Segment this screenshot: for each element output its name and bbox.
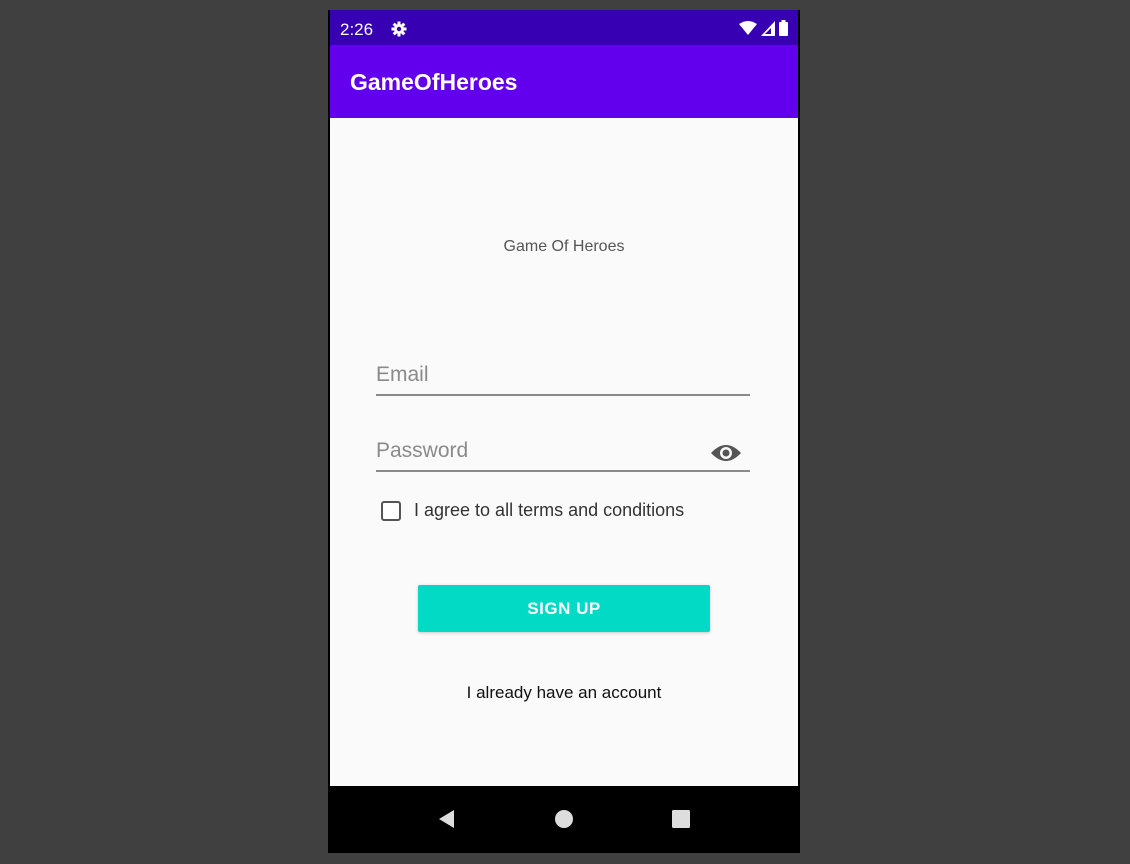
signup-screen: Game Of Heroes I agree to all terms and …: [330, 118, 798, 786]
recents-icon[interactable]: [669, 807, 693, 831]
status-time: 2:26: [340, 20, 374, 39]
login-link[interactable]: I already have an account: [330, 683, 798, 703]
battery-icon: [779, 20, 788, 36]
phone-frame: 2:26 GameOfHeroes Game Of Heroes Email I…: [328, 10, 800, 853]
app-bar: GameOfHeroes: [330, 45, 798, 118]
signup-button[interactable]: SIGN UP: [418, 585, 710, 632]
terms-checkbox[interactable]: [381, 500, 401, 521]
password-field-container: [376, 426, 750, 472]
settings-icon: [391, 21, 407, 37]
email-field-container: [376, 350, 750, 396]
password-field[interactable]: [376, 436, 696, 466]
home-icon[interactable]: [552, 807, 576, 831]
navigation-bar: [330, 786, 798, 851]
app-title: GameOfHeroes: [350, 69, 518, 95]
terms-row[interactable]: I agree to all terms and conditions: [381, 500, 684, 521]
signal-icon: [761, 20, 775, 36]
terms-label[interactable]: I agree to all terms and conditions: [414, 500, 684, 521]
email-field[interactable]: [376, 360, 696, 390]
eye-icon[interactable]: [710, 440, 742, 466]
status-bar: 2:26: [330, 10, 798, 45]
hero-text: Game Of Heroes: [503, 238, 625, 255]
status-icons: [739, 20, 788, 36]
wifi-icon: [739, 20, 757, 35]
back-icon[interactable]: [435, 807, 459, 831]
